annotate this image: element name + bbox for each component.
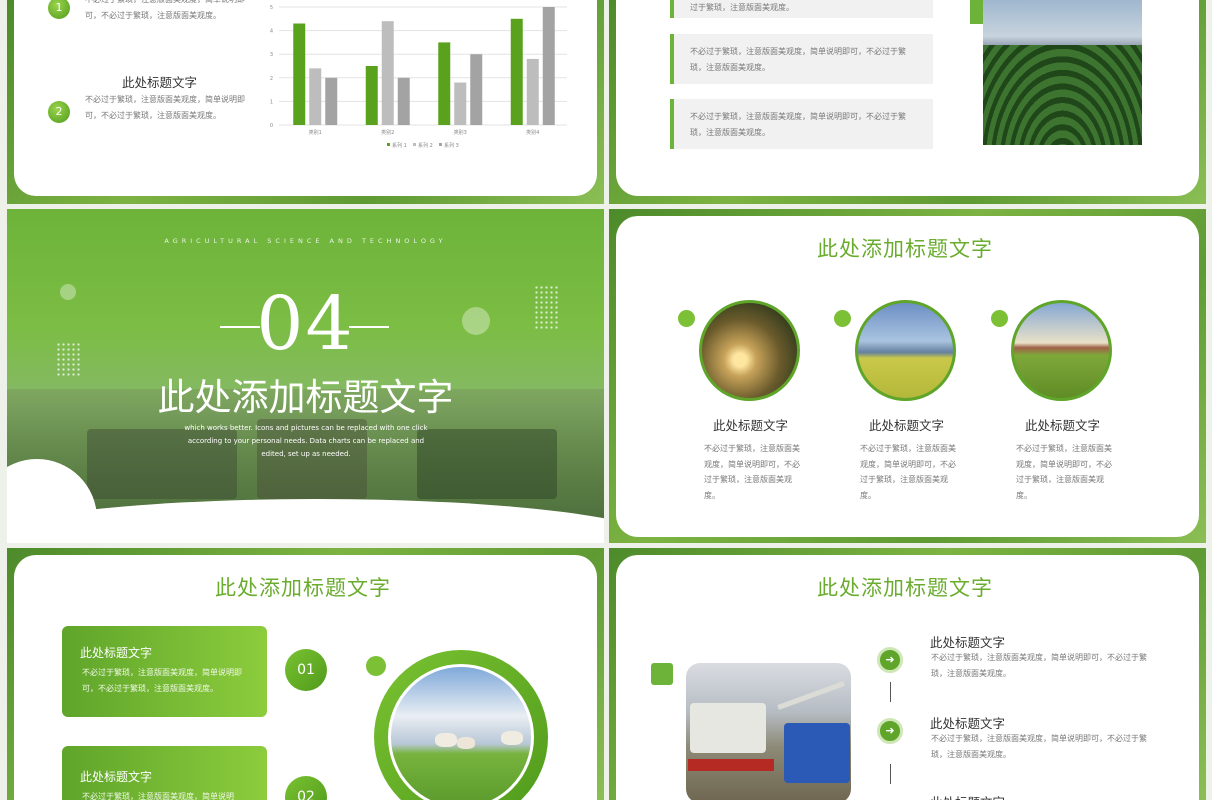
x-tick-label: 类别1 — [309, 129, 322, 136]
y-tick-label: 3 — [270, 52, 273, 58]
item-text: 不必过于繁琐，注意版面美观度，简单说明即可，不必过于繁琐，注意版面美观度。 — [85, 0, 245, 20]
text-box-text: 不必过于繁琐，注意版面美观度，简单说明即可，不必过于繁琐，注意版面美观度。 — [690, 47, 906, 72]
item-box: 此处标题文字 不必过于繁琐，注意版面美观度，简单说明即可，不必过于繁琐，注意版面… — [62, 626, 267, 717]
item-number-badge: 2 — [48, 101, 70, 123]
bar — [397, 77, 410, 125]
section-number: 04 — [256, 281, 355, 367]
sheep-meadow-photo — [388, 664, 534, 800]
green-accent-square — [970, 0, 984, 24]
bar — [365, 66, 378, 125]
legend-swatch — [413, 143, 416, 146]
green-dot — [366, 656, 386, 676]
item-text: 不必过于繁琐，注意版面美观度，简单说明 — [82, 792, 234, 800]
section-title: 此处添加标题文字 — [157, 376, 454, 419]
item-title: 此处标题文字 — [1025, 418, 1101, 433]
slide-title: 此处添加标题文字 — [215, 576, 391, 600]
text-box: 过于繁琐，注意版面美观度。 — [670, 0, 933, 18]
item-text: 不必过于繁琐，注意版面美观度，简单说明即可，不必过于繁琐，注意版面美观度。 — [85, 95, 245, 120]
slide-3[interactable]: AGRICULTURAL SCIENCE AND TECHNOLOGY 04 此… — [7, 209, 604, 543]
legend-swatch — [387, 143, 390, 146]
green-dot — [678, 310, 695, 327]
timeline-line — [890, 764, 891, 784]
green-dot — [991, 310, 1008, 327]
timeline-line — [890, 682, 891, 702]
arrow-right-icon — [877, 647, 903, 673]
legend-label: 系列 1 — [392, 142, 407, 149]
legend-label: 系列 3 — [444, 142, 459, 149]
item-text: 不必过于繁琐，注意版面美观度，简单说明即可，不必过于繁琐，注意版面美观度。 — [860, 444, 956, 500]
text-box-text: 过于繁琐，注意版面美观度。 — [690, 3, 794, 12]
text-box: 不必过于繁琐，注意版面美观度，简单说明即可，不必过于繁琐，注意版面美观度。 — [670, 99, 933, 149]
y-tick-label: 0 — [270, 123, 273, 129]
section-description: which works better. Icons and pictures c… — [184, 424, 428, 458]
bar — [381, 21, 394, 125]
bar — [309, 68, 322, 125]
item-text: 不必过于繁琐，注意版面美观度，简单说明即可，不必过于繁琐，注意版面美观度。 — [704, 444, 800, 500]
x-tick-label: 类别2 — [381, 129, 394, 136]
bar-chart: 0 1 2 3 4 5 类别1 类别2 类别3 类别4 系列 1 系列 2 系列 3 — [270, 5, 567, 149]
item-title: 此处标题文字 — [930, 716, 1006, 731]
green-accent-square — [651, 663, 673, 685]
slide-2[interactable]: 过于繁琐，注意版面美观度。 不必过于繁琐，注意版面美观度，简单说明即可，不必过于… — [609, 0, 1206, 204]
bar — [526, 58, 539, 125]
bar — [470, 54, 483, 126]
item-title: 此处标题文字 — [122, 75, 198, 90]
y-tick-label: 4 — [270, 29, 273, 35]
item-title: 此处标题文字 — [869, 418, 945, 433]
item-title: 此处标题文字 — [930, 635, 1006, 650]
bar — [325, 77, 338, 125]
wheat-sunset-photo — [699, 300, 800, 401]
subtitle: AGRICULTURAL SCIENCE AND TECHNOLOGY — [164, 237, 447, 245]
slide-5[interactable]: 此处添加标题文字 此处标题文字 不必过于繁琐，注意版面美观度，简单说明即可，不必… — [7, 548, 604, 800]
field-mountains-photo — [855, 300, 956, 401]
bar — [510, 18, 523, 125]
farmhouse-field-photo — [1011, 300, 1112, 401]
slide-title: 此处添加标题文字 — [817, 237, 993, 261]
bar — [293, 23, 306, 125]
item-text: 不必过于繁琐，注意版面美观度，简单说明即可，不必过于繁琐，注意版面美观度。 — [1016, 444, 1112, 500]
item-text: 不必过于繁琐，注意版面美观度，简单说明即可，不必过于繁琐，注意版面美观度。 — [82, 668, 242, 693]
x-tick-label: 类别4 — [526, 129, 539, 136]
bar — [454, 82, 467, 125]
item-box: 此处标题文字 不必过于繁琐，注意版面美观度，简单说明 — [62, 746, 267, 800]
legend-swatch — [439, 143, 442, 146]
bar — [438, 42, 451, 125]
slide-title: 此处添加标题文字 — [817, 576, 993, 600]
item-title: 此处标题文字 — [930, 792, 1005, 800]
x-tick-label: 类别3 — [454, 129, 467, 136]
slide-1[interactable]: 1 不必过于繁琐，注意版面美观度，简单说明即可，不必过于繁琐，注意版面美观度。 … — [7, 0, 604, 204]
legend-label: 系列 2 — [418, 142, 433, 149]
item-text: 不必过于繁琐，注意版面美观度，简单说明即可，不必过于繁琐，注意版面美观度。 — [931, 653, 1147, 678]
slide-6[interactable]: 此处添加标题文字 此处标题文字 不必过于繁琐，注意版面美观度，简单说明即可，不必… — [609, 548, 1206, 800]
maze-hedge-photo — [983, 0, 1142, 145]
harvester-tractor-photo — [686, 663, 851, 800]
item-title: 此处标题文字 — [80, 646, 153, 660]
arrow-right-icon — [877, 718, 903, 744]
item-number: 01 — [285, 649, 327, 691]
y-tick-label: 5 — [270, 5, 273, 11]
item-title: 此处标题文字 — [713, 418, 789, 433]
slide-4[interactable]: 此处添加标题文字 此处标题文字 不必过于繁琐，注意版面美观度，简单说明即可，不必… — [609, 209, 1206, 543]
item-text: 不必过于繁琐，注意版面美观度，简单说明即可，不必过于繁琐，注意版面美观度。 — [931, 734, 1147, 759]
text-box-text: 不必过于繁琐，注意版面美观度，简单说明即可，不必过于繁琐，注意版面美观度。 — [690, 112, 906, 137]
item-title: 此处标题文字 — [80, 770, 153, 784]
y-tick-label: 1 — [270, 99, 273, 105]
text-box: 不必过于繁琐，注意版面美观度，简单说明即可，不必过于繁琐，注意版面美观度。 — [670, 34, 933, 84]
bar — [542, 7, 555, 125]
green-dot — [834, 310, 851, 327]
y-tick-label: 2 — [270, 76, 273, 82]
